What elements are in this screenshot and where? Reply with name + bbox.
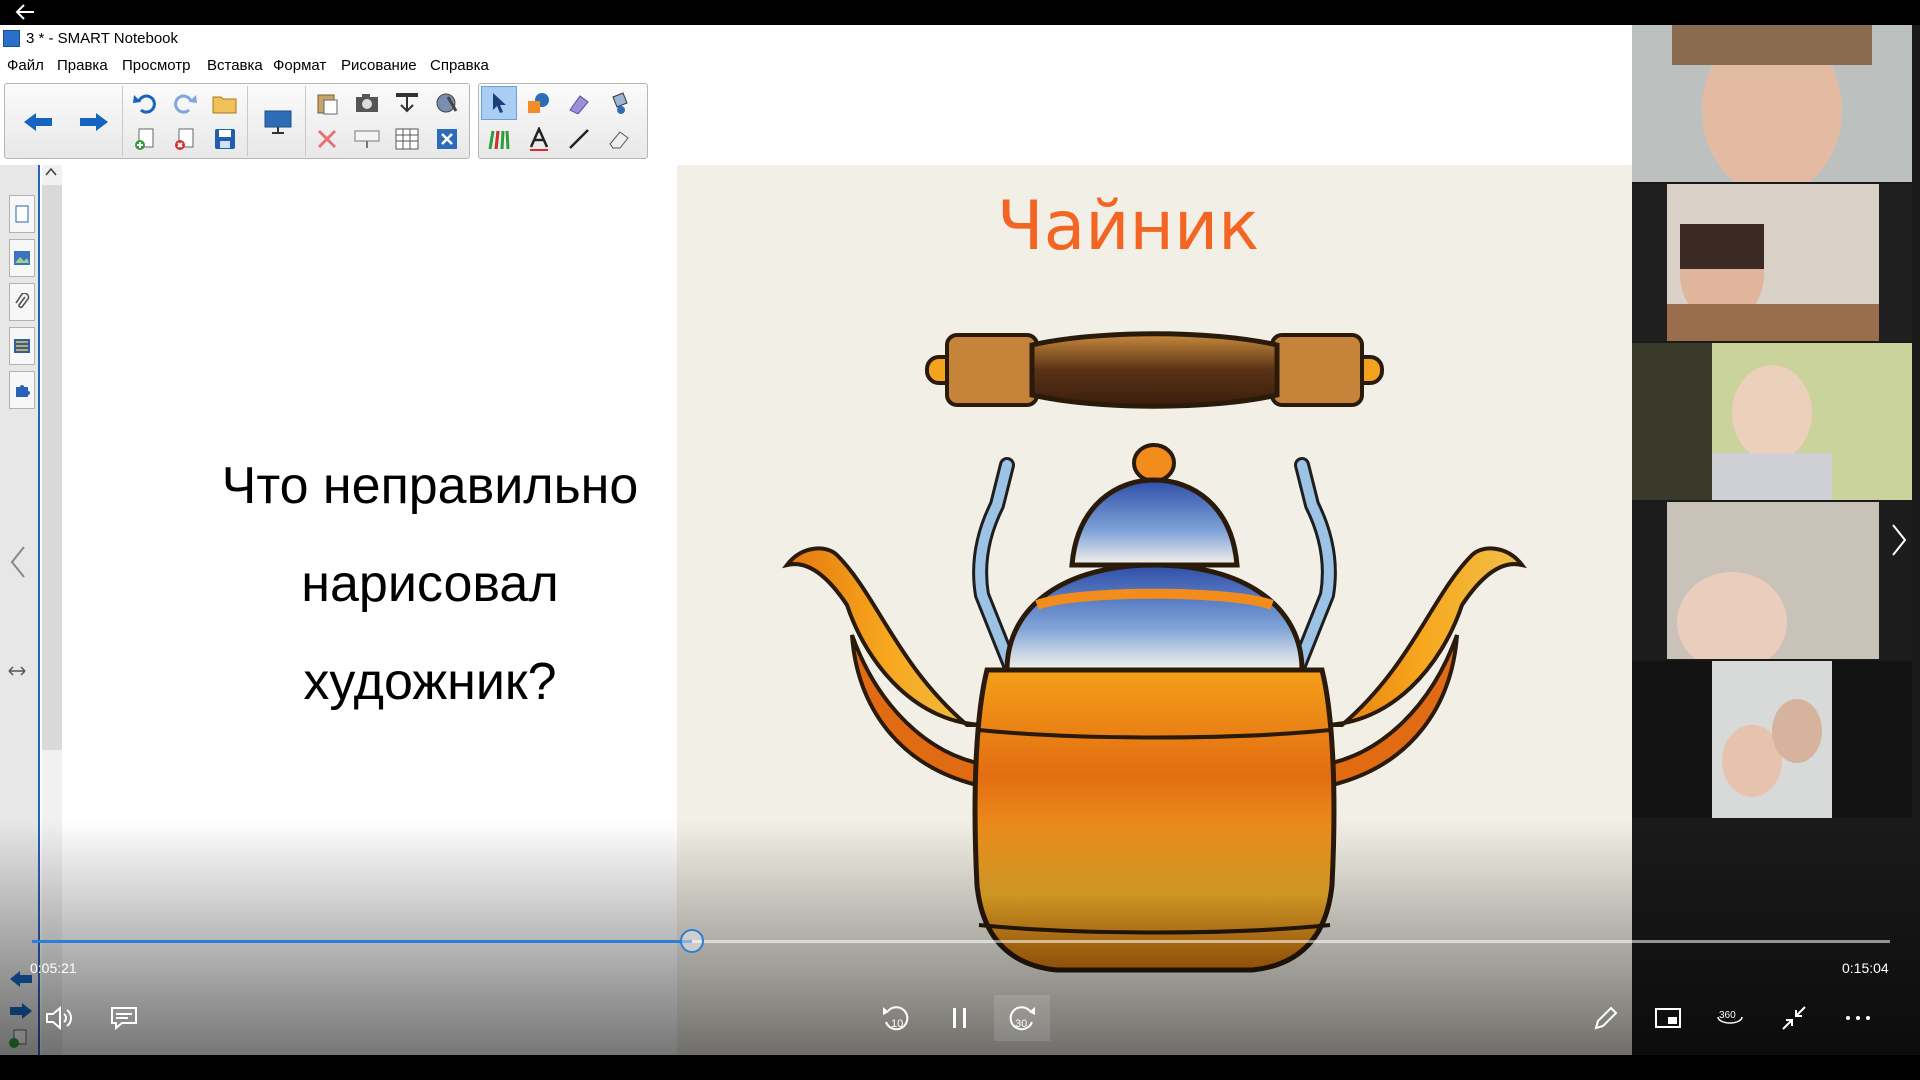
seek-bar[interactable] (32, 929, 1890, 953)
participant-video-2[interactable] (1632, 184, 1912, 341)
full-screen-icon[interactable] (429, 86, 465, 120)
line-tool-icon[interactable] (561, 122, 597, 156)
skip-back-button[interactable]: 10 (868, 995, 924, 1041)
bottom-strip (0, 1055, 1920, 1080)
elapsed-time: 0:05:21 (30, 960, 77, 976)
delete-page-icon[interactable] (167, 122, 203, 156)
seek-handle[interactable] (679, 929, 704, 953)
svg-text:360: 360 (1719, 1010, 1736, 1021)
screen-capture-icon[interactable] (349, 86, 385, 120)
exit-fullscreen-icon[interactable] (1766, 995, 1822, 1041)
separator (247, 86, 248, 156)
360-view-icon[interactable]: 360 (1702, 995, 1758, 1041)
properties-icon[interactable] (9, 327, 35, 365)
question-line: нарисовал (301, 555, 559, 613)
delete-icon[interactable] (309, 122, 345, 156)
eraser-icon[interactable] (601, 122, 637, 156)
mini-view-icon[interactable] (1640, 995, 1696, 1041)
highlighter-icon[interactable] (561, 86, 597, 120)
participant-video-1[interactable] (1632, 25, 1912, 182)
more-options-icon[interactable] (1830, 995, 1886, 1041)
question-line: Что неправильно (221, 457, 639, 515)
screen-shade-icon[interactable] (389, 86, 425, 120)
pause-icon[interactable] (932, 995, 988, 1041)
fill-icon[interactable] (601, 86, 637, 120)
redo-icon[interactable] (167, 86, 203, 120)
close-toolbar-icon[interactable] (429, 122, 465, 156)
screen: 3 * - SMART Notebook Файл Правка Просмот… (0, 0, 1920, 1080)
attachments-icon[interactable] (9, 283, 35, 321)
scrollbar-thumb[interactable] (42, 185, 62, 750)
menu-draw[interactable]: Рисование (341, 57, 417, 74)
undo-icon[interactable] (127, 86, 163, 120)
open-file-icon[interactable] (207, 86, 243, 120)
menu-bar: Файл Правка Просмотр Вставка Формат Рисо… (0, 55, 1632, 77)
question-line: художник? (303, 653, 557, 711)
gallery-icon[interactable] (9, 239, 35, 277)
menu-format[interactable]: Формат (273, 57, 326, 74)
paste-icon[interactable] (309, 86, 345, 120)
total-time: 0:15:04 (1842, 960, 1889, 976)
question-text: Что неправильно нарисовал художник? (150, 437, 710, 731)
title-bar: 3 * - SMART Notebook (0, 25, 1632, 52)
collapse-left-icon[interactable] (8, 545, 28, 586)
skip-forward-label: 30 (1015, 1018, 1027, 1030)
window-title: 3 * - SMART Notebook (26, 30, 179, 47)
main-toolbar (4, 83, 470, 159)
screen-display-icon[interactable] (257, 104, 299, 140)
page-sorter-icon[interactable] (9, 195, 35, 233)
text-tool-icon[interactable] (521, 122, 557, 156)
previous-page-icon[interactable] (13, 104, 63, 140)
add-ons-icon[interactable] (9, 371, 35, 409)
next-page-icon[interactable] (69, 104, 119, 140)
select-arrow-icon[interactable] (481, 86, 517, 120)
edit-pen-icon[interactable] (1578, 995, 1634, 1041)
resize-handle-icon[interactable] (8, 663, 26, 681)
separator (122, 86, 123, 156)
shapes-icon[interactable] (521, 86, 557, 120)
seek-progress (32, 940, 692, 943)
separator (305, 86, 306, 156)
captions-icon[interactable] (96, 995, 152, 1041)
menu-insert[interactable]: Вставка (207, 57, 263, 74)
participant-video-5[interactable] (1632, 661, 1912, 818)
skip-back-label: 10 (891, 1018, 903, 1030)
drawing-toolbar (478, 83, 648, 159)
menu-edit[interactable]: Правка (57, 57, 108, 74)
save-icon[interactable] (207, 122, 243, 156)
menu-file[interactable]: Файл (7, 57, 44, 74)
top-bar (0, 0, 1920, 25)
menu-view[interactable]: Просмотр (122, 57, 191, 74)
add-page-icon[interactable] (127, 122, 163, 156)
menu-help[interactable]: Справка (430, 57, 489, 74)
next-participants-icon[interactable] (1890, 522, 1908, 563)
participant-video-4[interactable] (1632, 502, 1912, 659)
table-icon[interactable] (389, 122, 425, 156)
app-icon (3, 30, 20, 47)
volume-icon[interactable] (32, 995, 88, 1041)
scroll-up-icon[interactable] (45, 165, 57, 180)
skip-forward-button[interactable]: 30 (994, 995, 1050, 1041)
dual-page-icon[interactable] (349, 122, 385, 156)
participant-video-3[interactable] (1632, 343, 1912, 500)
pens-icon[interactable] (481, 122, 517, 156)
back-arrow-icon[interactable] (14, 2, 44, 24)
